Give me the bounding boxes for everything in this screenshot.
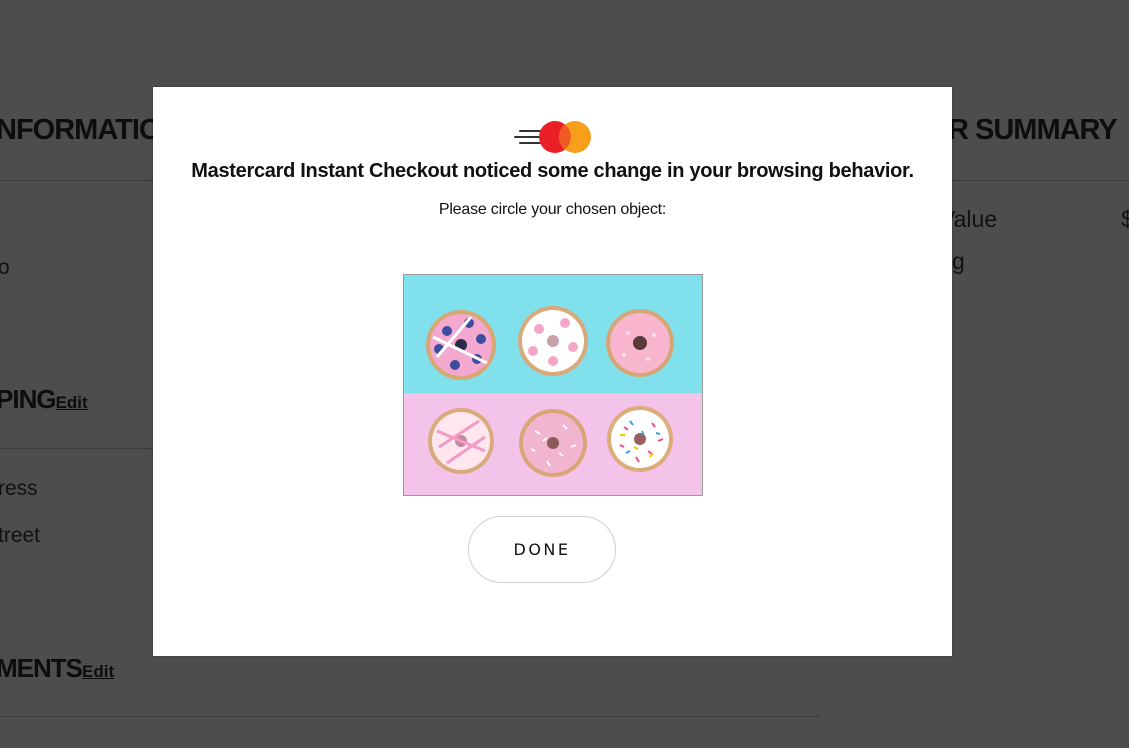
street-label: treet xyxy=(0,524,41,547)
shipping-edit-link[interactable]: Edit xyxy=(56,393,88,412)
modal-title: Mastercard Instant Checkout noticed some… xyxy=(191,160,914,182)
donut-icon xyxy=(428,408,494,474)
donut-icon xyxy=(426,310,496,380)
mastercard-instant-checkout-logo xyxy=(514,121,591,153)
shipping-heading: PINGEdit xyxy=(0,384,88,415)
divider xyxy=(0,716,820,717)
payments-heading: MENTSEdit xyxy=(0,653,114,684)
donut-icon xyxy=(519,409,587,477)
order-summary-heading: R SUMMARY xyxy=(948,114,1118,146)
donut-icon xyxy=(606,309,674,377)
payments-edit-link[interactable]: Edit xyxy=(82,662,114,681)
donuts-photo[interactable] xyxy=(403,274,703,496)
summary-label-2: g xyxy=(952,248,965,274)
shipping-heading-label: PING xyxy=(0,384,57,414)
address-label: ress xyxy=(0,477,38,500)
donuts-photo-drawing xyxy=(404,275,702,495)
verification-modal: Mastercard Instant Checkout noticed some… xyxy=(153,87,952,656)
payments-heading-label: MENTS xyxy=(0,653,83,683)
donut-icon xyxy=(607,406,673,472)
speed-lines-icon xyxy=(514,130,542,144)
info-text: o xyxy=(0,256,10,279)
donut-icon xyxy=(518,306,588,376)
modal-instruction: Please circle your chosen object: xyxy=(438,201,667,218)
done-button[interactable]: DONE xyxy=(468,516,616,583)
summary-price: $ xyxy=(1121,206,1129,232)
